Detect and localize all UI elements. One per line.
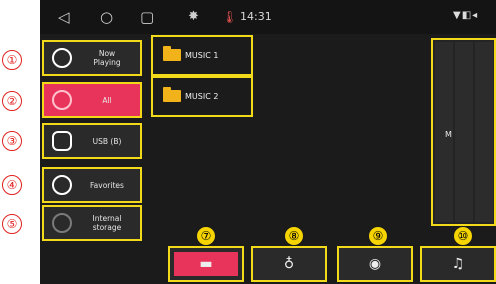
all-icon (52, 90, 72, 110)
storage-icon (52, 213, 72, 233)
heart-icon (52, 175, 72, 195)
index-cell[interactable] (435, 42, 453, 62)
tab-songs[interactable]: ♫ (420, 246, 496, 282)
sidebar-item-usb[interactable]: USB (B) (42, 123, 142, 159)
index-cell[interactable] (435, 82, 453, 102)
alphabet-index[interactable]: M (431, 38, 496, 226)
back-icon[interactable]: ◁ (58, 9, 70, 25)
recents-icon[interactable]: ▢ (140, 9, 154, 25)
tab-albums[interactable]: ◉ (337, 246, 413, 282)
music-note-icon: ♫ (451, 256, 465, 272)
sidebar-item-label: Now Playing (93, 49, 121, 67)
folder-icon (163, 87, 181, 102)
index-cell[interactable] (475, 182, 493, 202)
callout-4: ④ (2, 175, 22, 195)
home-icon[interactable]: ○ (100, 9, 113, 25)
sidebar-item-now-playing[interactable]: Now Playing (42, 40, 142, 76)
index-cell[interactable] (455, 42, 473, 62)
callout-3: ③ (2, 131, 22, 151)
folder-icon (163, 46, 181, 61)
index-cell[interactable] (475, 62, 493, 82)
usb-icon (52, 131, 72, 151)
brightness-icon[interactable]: ✸ (188, 9, 199, 25)
index-cell[interactable] (435, 182, 453, 202)
callout-8: ⑧ (284, 226, 304, 246)
index-cell[interactable] (455, 142, 473, 162)
index-cell[interactable] (435, 62, 453, 82)
index-cell[interactable] (455, 62, 473, 82)
callout-5: ⑤ (2, 214, 22, 234)
index-cell[interactable] (435, 142, 453, 162)
sidebar-item-internal-storage[interactable]: Internal storage (42, 205, 142, 241)
sidebar-item-label: USB (B) (92, 136, 122, 146)
folder-label: MUSIC 2 (185, 92, 219, 101)
callout-9: ⑨ (368, 226, 388, 246)
callout-2: ② (2, 91, 22, 111)
index-cell[interactable] (435, 102, 453, 122)
index-cell[interactable] (455, 82, 473, 102)
person-icon: ♁ (283, 256, 295, 272)
index-cell[interactable] (435, 162, 453, 182)
thermometer-icon: 🌡 (222, 10, 238, 24)
folder-label: MUSIC 1 (185, 51, 219, 60)
folder-icon: ▬ (199, 256, 213, 272)
index-cell[interactable] (475, 42, 493, 62)
index-cell[interactable] (455, 162, 473, 182)
status-icons: ▼◧◂ (453, 10, 479, 21)
index-cell[interactable] (455, 102, 473, 122)
index-cell[interactable] (475, 162, 493, 182)
sidebar-item-favorites[interactable]: Favorites (42, 167, 142, 203)
index-cell[interactable] (435, 202, 453, 222)
index-cell[interactable] (475, 102, 493, 122)
index-cell[interactable] (475, 142, 493, 162)
callout-10: ⑩ (453, 226, 473, 246)
status-bar: ◁ ○ ▢ ✸ 🌡 14:31 ▼◧◂ (40, 0, 496, 34)
tab-artists[interactable]: ♁ (251, 246, 327, 282)
disc-icon: ◉ (368, 256, 382, 272)
now-playing-icon (52, 48, 72, 68)
callout-7: ⑦ (196, 226, 216, 246)
index-cell[interactable] (455, 202, 473, 222)
sidebar-item-label: All (102, 95, 112, 105)
sidebar-item-all[interactable]: All (42, 82, 142, 118)
index-cell[interactable] (475, 122, 493, 142)
index-cell[interactable] (475, 202, 493, 222)
clock: 14:31 (240, 10, 272, 23)
index-cell[interactable] (455, 182, 473, 202)
index-cell[interactable] (455, 122, 473, 142)
index-letter: M (445, 130, 452, 139)
sidebar-item-label: Internal storage (92, 214, 122, 232)
index-cell[interactable] (475, 82, 493, 102)
folder-item-music-1[interactable]: MUSIC 1 (151, 35, 253, 76)
sidebar-item-label: Favorites (90, 180, 124, 190)
callout-1: ① (2, 50, 22, 70)
tab-folders[interactable]: ▬ (168, 246, 244, 282)
folder-item-music-2[interactable]: MUSIC 2 (151, 76, 253, 117)
